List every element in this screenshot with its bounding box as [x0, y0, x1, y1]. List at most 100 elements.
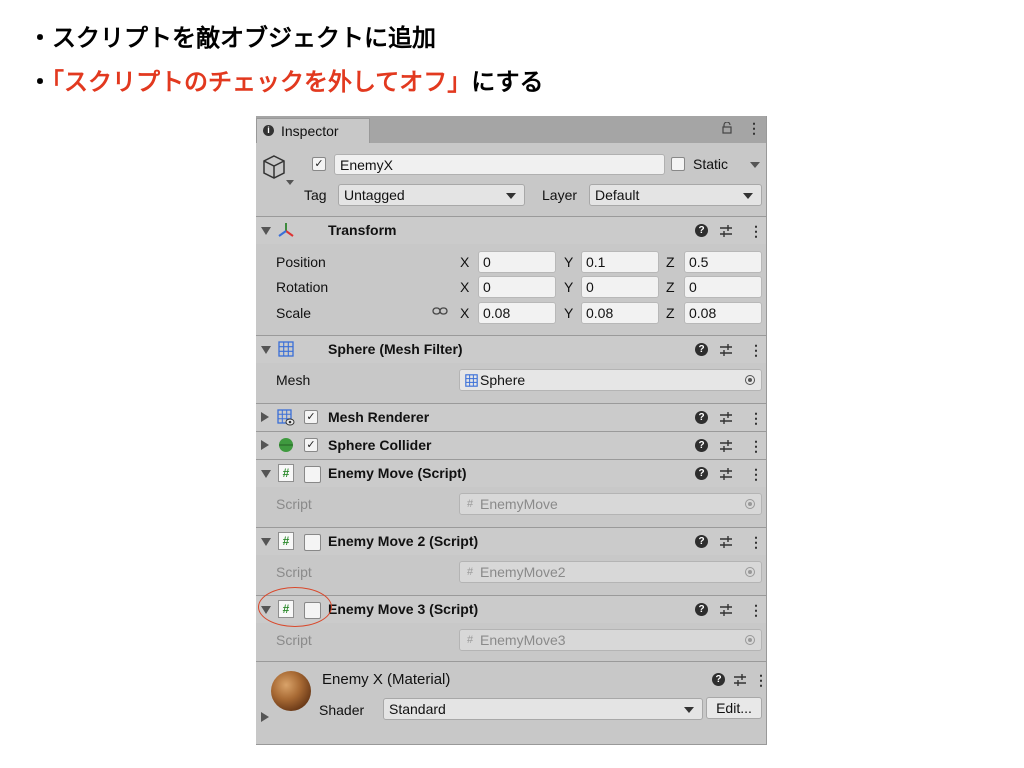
script-object-field-1[interactable]: # EnemyMove	[459, 493, 762, 515]
foldout-open-icon[interactable]	[261, 538, 271, 546]
script-value-3: EnemyMove3	[480, 632, 566, 648]
kebab-icon[interactable]: ⋮	[749, 224, 763, 238]
scale-x-label: X	[460, 305, 470, 321]
preset-icon[interactable]	[719, 467, 733, 481]
kebab-icon[interactable]: ⋮	[749, 411, 763, 425]
shader-value: Standard	[389, 701, 446, 717]
position-x-field[interactable]: 0	[478, 251, 556, 273]
chevron-down-icon	[684, 707, 694, 713]
info-icon: i	[263, 125, 274, 136]
mesh-renderer-header[interactable]: ✓ Mesh Renderer ? ⋮	[256, 404, 766, 431]
mesh-grid-icon	[278, 341, 294, 357]
object-picker-icon[interactable]	[745, 499, 755, 509]
tag-label: Tag	[304, 187, 327, 203]
lock-icon[interactable]	[722, 122, 732, 134]
script-enabled-checkbox-1[interactable]	[304, 466, 321, 483]
foldout-open-icon[interactable]	[261, 227, 271, 235]
tab-inspector[interactable]: i Inspector	[256, 118, 370, 143]
script-header-1[interactable]: # Enemy Move (Script) ? ⋮	[256, 460, 766, 487]
foldout-open-icon[interactable]	[261, 470, 271, 478]
preset-icon[interactable]	[719, 224, 733, 238]
preset-icon[interactable]	[719, 603, 733, 617]
position-y-label: Y	[564, 254, 574, 270]
hash-icon: #	[467, 566, 474, 578]
object-picker-icon[interactable]	[745, 635, 755, 645]
help-icon[interactable]: ?	[695, 224, 708, 237]
foldout-closed-icon[interactable]	[261, 412, 269, 422]
tag-dropdown[interactable]: Untagged	[338, 184, 525, 206]
kebab-icon[interactable]: ⋮	[754, 673, 766, 687]
scale-z-field[interactable]: 0.08	[684, 302, 762, 324]
position-label: Position	[276, 254, 326, 270]
object-name-field[interactable]: EnemyX	[334, 154, 665, 175]
help-icon[interactable]: ?	[695, 603, 708, 616]
script-field-label-2: Script	[276, 564, 312, 580]
preset-icon[interactable]	[719, 343, 733, 357]
shader-edit-button[interactable]: Edit...	[706, 697, 762, 719]
help-icon[interactable]: ?	[695, 439, 708, 452]
transform-header[interactable]: Transform ? ⋮	[256, 217, 766, 244]
help-icon[interactable]: ?	[695, 411, 708, 424]
preset-icon[interactable]	[719, 439, 733, 453]
mesh-filter-header[interactable]: Sphere (Mesh Filter) ? ⋮	[256, 336, 766, 363]
highlighted-instruction: 「スクリプトのチェックを外してオフ」	[52, 68, 472, 96]
mesh-renderer-enabled-checkbox[interactable]: ✓	[304, 410, 318, 424]
scale-y-label: Y	[564, 305, 574, 321]
layer-value: Default	[595, 187, 640, 203]
object-picker-icon[interactable]	[745, 567, 755, 577]
foldout-open-icon[interactable]	[261, 346, 271, 354]
kebab-icon[interactable]: ⋮	[747, 121, 761, 135]
preset-icon[interactable]	[733, 673, 747, 687]
scale-label: Scale	[276, 305, 312, 321]
script-header-3[interactable]: # Enemy Move 3 (Script) ? ⋮	[256, 596, 766, 623]
position-z-field[interactable]: 0.5	[684, 251, 762, 273]
script-header-2[interactable]: # Enemy Move 2 (Script) ? ⋮	[256, 528, 766, 555]
help-icon[interactable]: ?	[695, 467, 708, 480]
material-preview-thumbnail[interactable]	[271, 671, 311, 711]
script-title-1: Enemy Move (Script)	[328, 465, 467, 481]
kebab-icon[interactable]: ⋮	[749, 603, 763, 617]
transform-title: Transform	[328, 222, 397, 238]
foldout-closed-icon[interactable]	[261, 712, 269, 722]
help-icon[interactable]: ?	[695, 535, 708, 548]
script-title-2: Enemy Move 2 (Script)	[328, 533, 479, 549]
kebab-icon[interactable]: ⋮	[749, 439, 763, 453]
foldout-closed-icon[interactable]	[261, 440, 269, 450]
kebab-icon[interactable]: ⋮	[749, 343, 763, 357]
mesh-label: Mesh	[276, 372, 311, 388]
rotation-z-field[interactable]: 0	[684, 276, 762, 298]
help-icon[interactable]: ?	[695, 343, 708, 356]
static-label: Static	[693, 156, 729, 172]
layer-dropdown[interactable]: Default	[589, 184, 762, 206]
link-icon[interactable]	[432, 306, 448, 316]
rotation-y-field[interactable]: 0	[581, 276, 659, 298]
script-enabled-checkbox-2[interactable]	[304, 534, 321, 551]
active-checkbox[interactable]: ✓	[312, 157, 326, 171]
kebab-icon[interactable]: ⋮	[749, 467, 763, 481]
preset-icon[interactable]	[719, 411, 733, 425]
mesh-object-field[interactable]: Sphere	[459, 369, 762, 391]
help-icon[interactable]: ?	[712, 673, 725, 686]
rotation-y-label: Y	[564, 279, 574, 295]
icon-dropdown-arrow[interactable]	[286, 180, 294, 185]
scale-x-field[interactable]: 0.08	[478, 302, 556, 324]
object-picker-icon[interactable]	[745, 375, 755, 385]
kebab-icon[interactable]: ⋮	[749, 535, 763, 549]
sphere-collider-icon	[279, 438, 293, 452]
position-y-field[interactable]: 0.1	[581, 251, 659, 273]
bullet-mark: ・	[28, 68, 52, 96]
static-checkbox[interactable]	[671, 157, 685, 171]
preset-icon[interactable]	[719, 535, 733, 549]
static-dropdown-arrow[interactable]	[750, 162, 760, 168]
rotation-x-field[interactable]: 0	[478, 276, 556, 298]
sphere-collider-header[interactable]: ✓ Sphere Collider ? ⋮	[256, 432, 766, 459]
script-object-field-3[interactable]: # EnemyMove3	[459, 629, 762, 651]
shader-dropdown[interactable]: Standard	[383, 698, 703, 720]
csharp-script-icon: #	[278, 464, 294, 482]
script-object-field-2[interactable]: # EnemyMove2	[459, 561, 762, 583]
mesh-filter-title: Sphere (Mesh Filter)	[328, 341, 463, 357]
scale-z-label: Z	[666, 305, 675, 321]
scale-y-field[interactable]: 0.08	[581, 302, 659, 324]
sphere-collider-enabled-checkbox[interactable]: ✓	[304, 438, 318, 452]
gameobject-cube-icon[interactable]	[261, 154, 287, 180]
